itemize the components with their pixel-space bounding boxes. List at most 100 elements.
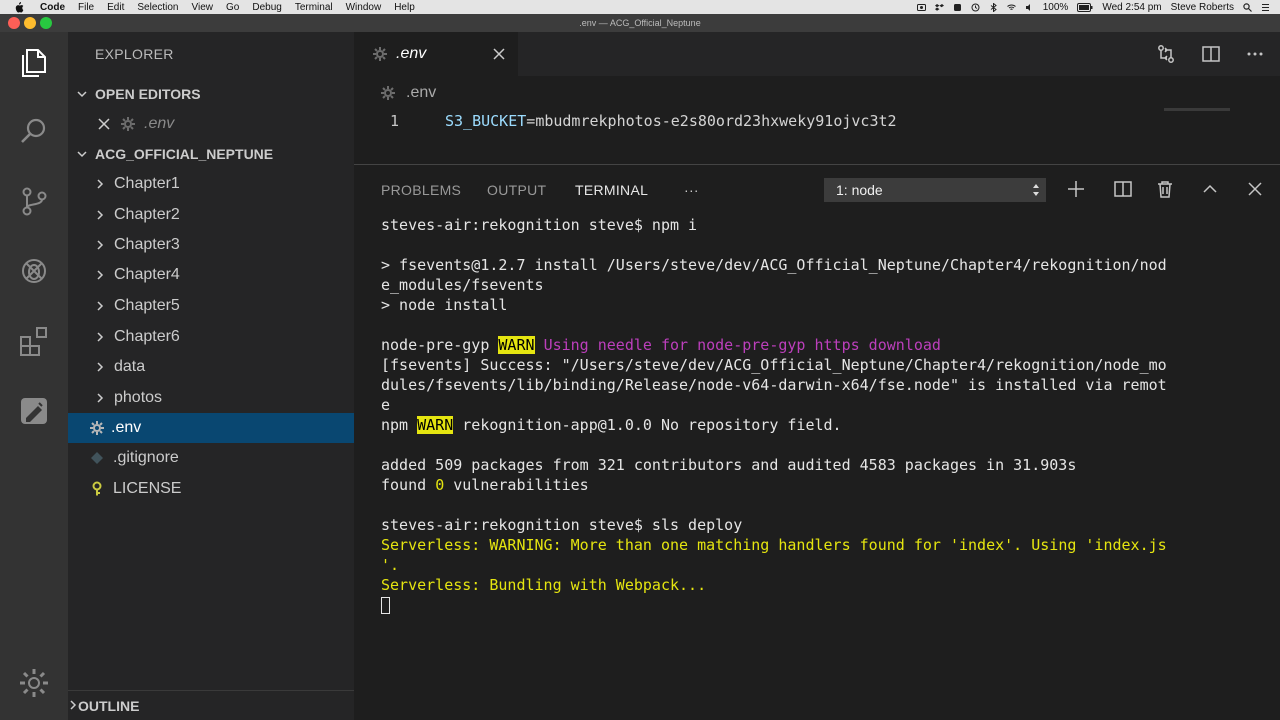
menu-edit[interactable]: Edit: [107, 2, 124, 13]
menu-debug[interactable]: Debug: [252, 2, 281, 13]
app-tray-icon[interactable]: [953, 3, 962, 12]
editor-tab-env[interactable]: .env: [354, 32, 518, 76]
editor-area[interactable]: .env 1 S3_BUCKET=mbudmrekphotos-e2s80ord…: [354, 76, 1280, 164]
gear-file-icon: [372, 46, 388, 62]
spotlight-search-icon[interactable]: [1243, 2, 1252, 12]
terminal-output[interactable]: steves-air:rekognition steve$ npm i > fs…: [381, 215, 1261, 615]
chevron-right-icon: [90, 327, 110, 347]
menu-terminal[interactable]: Terminal: [295, 2, 333, 13]
git-file-icon: [87, 448, 107, 468]
tab-problems[interactable]: PROBLEMS: [381, 182, 461, 198]
battery-icon[interactable]: [1077, 2, 1093, 12]
minimap[interactable]: [1164, 108, 1230, 111]
file-item-license[interactable]: LICENSE: [68, 474, 354, 504]
terminal-line: node-pre-gyp WARN Using needle for node-…: [381, 335, 1261, 355]
code-line[interactable]: S3_BUCKET=mbudmrekphotos-e2s80ord23hxwek…: [445, 112, 897, 130]
folder-item-chapter6[interactable]: Chapter6: [68, 322, 354, 352]
menu-file[interactable]: File: [78, 2, 94, 13]
menubar-clock[interactable]: Wed 2:54 pm: [1102, 2, 1161, 13]
terminal-text: rekognition-app@1.0.0 No repository fiel…: [462, 416, 842, 434]
apple-icon[interactable]: [12, 0, 26, 14]
tab-output[interactable]: OUTPUT: [487, 182, 546, 198]
macos-menubar: Code File Edit Selection View Go Debug T…: [0, 0, 1280, 14]
screen-record-icon[interactable]: [916, 3, 926, 12]
folder-item-chapter3[interactable]: Chapter3: [68, 230, 354, 260]
file-item-gitignore[interactable]: .gitignore: [68, 443, 354, 473]
folder-label: data: [114, 358, 146, 375]
new-terminal-icon[interactable]: [1066, 179, 1086, 199]
menubar-status-area: 100% Wed 2:54 pm Steve Roberts: [916, 0, 1270, 14]
more-actions-icon[interactable]: [1245, 44, 1265, 64]
explorer-sidebar: EXPLORER OPEN EDITORS .env ACG_OFFICIAL_…: [68, 32, 354, 720]
folder-label: Chapter1: [114, 175, 180, 192]
notification-center-icon[interactable]: [1261, 3, 1270, 12]
maximize-panel-chevron-up-icon[interactable]: [1200, 179, 1220, 199]
terminal-line: npm WARN rekognition-app@1.0.0 No reposi…: [381, 415, 1261, 435]
source-control-icon[interactable]: [16, 183, 52, 219]
folder-item-data[interactable]: data: [68, 352, 354, 382]
chevron-right-icon: [90, 357, 110, 377]
terminal-line: steves-air:rekognition steve$ sls deploy: [381, 516, 743, 534]
menubar-user[interactable]: Steve Roberts: [1171, 2, 1234, 13]
chevron-right-icon: [90, 296, 110, 316]
terminal-selector[interactable]: 1: node: [824, 178, 1046, 202]
panel-more-button[interactable]: ···: [684, 182, 699, 198]
terminal-line: e_modules/fsevents: [381, 276, 544, 294]
open-editor-item-env[interactable]: .env: [68, 109, 354, 139]
time-machine-icon[interactable]: [971, 3, 980, 12]
file-label: .gitignore: [113, 449, 179, 466]
folder-item-chapter1[interactable]: Chapter1: [68, 169, 354, 199]
trash-icon[interactable]: [1155, 179, 1175, 199]
folder-label: Chapter4: [114, 266, 180, 283]
open-editors-header[interactable]: OPEN EDITORS: [68, 82, 354, 106]
close-panel-icon[interactable]: [1245, 179, 1265, 199]
remote-explorer-icon[interactable]: [16, 393, 52, 429]
wifi-icon[interactable]: [1006, 3, 1016, 12]
terminal-line: e: [381, 396, 391, 414]
breadcrumb-file[interactable]: .env: [406, 84, 436, 102]
tab-close-icon[interactable]: [493, 48, 505, 60]
warn-badge: WARN: [498, 336, 535, 354]
chevron-right-icon: [90, 235, 110, 255]
terminal-text: found: [381, 476, 436, 494]
folder-item-chapter4[interactable]: Chapter4: [68, 260, 354, 290]
chevron-right-icon: [90, 388, 110, 408]
menu-app-code[interactable]: Code: [40, 2, 65, 13]
menu-selection[interactable]: Selection: [137, 2, 178, 13]
split-editor-icon[interactable]: [1201, 44, 1221, 64]
menu-view[interactable]: View: [192, 2, 214, 13]
menu-window[interactable]: Window: [346, 2, 382, 13]
bottom-panel: PROBLEMS OUTPUT TERMINAL ··· 1: node ste…: [354, 164, 1280, 720]
chevron-right-icon: [90, 265, 110, 285]
folder-item-chapter2[interactable]: Chapter2: [68, 200, 354, 230]
outline-section-header[interactable]: OUTLINE: [68, 690, 354, 720]
menu-go[interactable]: Go: [226, 2, 239, 13]
project-folder-header[interactable]: ACG_OFFICIAL_NEPTUNE: [68, 142, 354, 166]
volume-icon[interactable]: [1025, 3, 1034, 12]
search-icon[interactable]: [16, 113, 52, 149]
terminal-line: > fsevents@1.2.7 install /Users/steve/de…: [381, 256, 1167, 274]
folder-item-photos[interactable]: photos: [68, 383, 354, 413]
open-changes-icon[interactable]: [1156, 44, 1176, 64]
folder-item-chapter5[interactable]: Chapter5: [68, 291, 354, 321]
terminal-text: Bundling with Webpack...: [489, 576, 707, 594]
close-icon[interactable]: [94, 114, 114, 134]
dropbox-icon[interactable]: [934, 3, 944, 12]
terminal-text: Serverless:: [381, 536, 490, 554]
terminal-line: [fsevents] Success: "/Users/steve/dev/AC…: [381, 356, 1167, 374]
extensions-icon[interactable]: [16, 323, 52, 359]
sidebar-title: EXPLORER: [95, 46, 174, 62]
debug-icon[interactable]: [16, 253, 52, 289]
terminal-text: node-pre-gyp: [381, 336, 490, 354]
menu-help[interactable]: Help: [394, 2, 415, 13]
bluetooth-icon[interactable]: [989, 2, 998, 12]
tab-terminal[interactable]: TERMINAL: [575, 182, 648, 198]
terminal-text: npm: [381, 416, 409, 434]
open-editor-label: .env: [144, 115, 175, 132]
terminal-line: dules/fsevents/lib/binding/Release/node-…: [381, 376, 1167, 394]
file-item-env[interactable]: .env: [68, 413, 354, 443]
split-terminal-icon[interactable]: [1113, 179, 1133, 199]
explorer-icon[interactable]: [16, 45, 52, 81]
settings-gear-icon[interactable]: [16, 665, 52, 701]
